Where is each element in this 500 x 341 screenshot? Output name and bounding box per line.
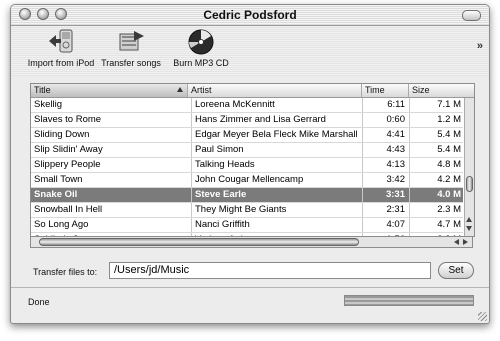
window-title: Cedric Podsford bbox=[203, 8, 297, 22]
horizontal-scroll-thumb[interactable] bbox=[39, 238, 359, 246]
title-bar[interactable]: Cedric Podsford bbox=[11, 5, 489, 26]
transfer-songs-button[interactable]: Transfer songs bbox=[100, 28, 162, 68]
burn-mp3-cd-button[interactable]: Burn MP3 CD bbox=[171, 28, 231, 68]
toolbar-overflow-icon[interactable]: » bbox=[477, 40, 483, 52]
column-header-size[interactable]: Size bbox=[409, 84, 474, 97]
artist-cell: Nanci Griffith bbox=[191, 218, 363, 232]
table-row[interactable]: Snake Oil Steve Earle 3:31 4.0 M bbox=[31, 188, 463, 203]
time-cell: 2:31 bbox=[362, 203, 408, 217]
size-cell: 1.2 M bbox=[409, 113, 463, 127]
toolbar: Import from iPod Transfer songs Burn MP3… bbox=[11, 26, 489, 76]
import-from-ipod-label: Import from iPod bbox=[27, 58, 95, 68]
transfer-path-field[interactable]: /Users/jd/Music bbox=[109, 262, 431, 279]
artist-cell: Paul Simon bbox=[191, 143, 363, 157]
title-cell: So Long Ago bbox=[34, 219, 89, 230]
transfer-songs-label: Transfer songs bbox=[101, 58, 161, 68]
time-cell: 3:42 bbox=[362, 173, 408, 187]
size-cell: 4.7 M bbox=[409, 218, 463, 232]
time-cell: 4:13 bbox=[362, 158, 408, 172]
column-header-size-label: Size bbox=[412, 85, 430, 95]
artist-cell: They Might Be Giants bbox=[191, 203, 363, 217]
artist-cell: Talking Heads bbox=[191, 158, 363, 172]
transfer-icon bbox=[119, 31, 144, 51]
title-cell: Snowball In Hell bbox=[34, 204, 103, 215]
scroll-right-arrow-icon[interactable] bbox=[463, 239, 468, 245]
scroll-down-arrow-icon[interactable] bbox=[466, 226, 472, 231]
artist-cell: Hans Zimmer and Lisa Gerrard bbox=[191, 113, 363, 127]
title-cell: Slippery People bbox=[34, 159, 101, 170]
table-header: Title Artist Time Size bbox=[31, 84, 474, 98]
artist-cell: Steve Earle bbox=[191, 188, 363, 202]
title-cell: Snake Oil bbox=[34, 189, 78, 200]
burn-cd-icon bbox=[188, 29, 214, 55]
table-row[interactable]: Slaves to Rome Hans Zimmer and Lisa Gerra… bbox=[31, 113, 463, 128]
vertical-scroll-thumb[interactable] bbox=[466, 176, 473, 192]
size-cell: 2.3 M bbox=[409, 203, 463, 217]
sort-ascending-icon bbox=[177, 87, 183, 92]
transfer-files-label: Transfer files to: bbox=[33, 267, 98, 277]
column-header-artist[interactable]: Artist bbox=[188, 84, 362, 97]
progress-bar bbox=[344, 295, 474, 306]
table-row[interactable]: Snowball In Hell They Might Be Giants 2:31… bbox=[31, 203, 463, 218]
vertical-scrollbar[interactable] bbox=[464, 98, 474, 236]
song-list[interactable]: Title Artist Time Size Skellig Loreena Mc… bbox=[30, 83, 475, 237]
scroll-up-arrow-icon[interactable] bbox=[466, 217, 472, 222]
size-cell: 4.0 M bbox=[409, 188, 463, 202]
status-divider bbox=[11, 287, 489, 288]
time-cell: 4:41 bbox=[362, 128, 408, 142]
size-cell: 5.4 M bbox=[409, 143, 463, 157]
progress-fill bbox=[345, 296, 473, 305]
table-row[interactable]: Slip Slidin' Away Paul Simon 4:43 5.4 M bbox=[31, 143, 463, 158]
size-cell: 4.2 M bbox=[409, 173, 463, 187]
import-from-ipod-button[interactable]: Import from iPod bbox=[25, 28, 97, 68]
size-cell: 7.1 M bbox=[409, 98, 463, 112]
app-window: Cedric Podsford Import from iPod Transfe… bbox=[10, 4, 490, 324]
import-icon bbox=[49, 29, 73, 53]
table-rows: Skellig Loreena McKennitt 6:11 7.1 M Slaves … bbox=[31, 98, 463, 236]
column-header-artist-label: Artist bbox=[191, 85, 212, 95]
artist-cell: John Cougar Mellencamp bbox=[191, 173, 363, 187]
table-row[interactable]: Skellig Loreena McKennitt 6:11 7.1 M bbox=[31, 98, 463, 113]
time-cell: 6:11 bbox=[362, 98, 408, 112]
time-cell: 4:07 bbox=[362, 218, 408, 232]
title-cell: Skellig bbox=[34, 99, 62, 110]
time-cell: 3:31 bbox=[362, 188, 408, 202]
time-cell: 4:43 bbox=[362, 143, 408, 157]
table-row[interactable]: So Long Ago Nanci Griffith 4:07 4.7 M bbox=[31, 218, 463, 233]
column-header-time[interactable]: Time bbox=[362, 84, 409, 97]
set-button[interactable]: Set bbox=[438, 262, 474, 279]
title-cell: Slaves to Rome bbox=[34, 114, 102, 125]
table-row[interactable]: Sliding Down Edgar Meyer Bela Fleck Mike … bbox=[31, 128, 463, 143]
title-cell: Sliding Down bbox=[34, 129, 90, 140]
time-cell: 0:60 bbox=[362, 113, 408, 127]
status-text: Done bbox=[28, 297, 50, 307]
artist-cell: Edgar Meyer Bela Fleck Mike Marshall bbox=[191, 128, 363, 142]
table-row[interactable]: Small Town John Cougar Mellencamp 3:42 4.2 … bbox=[31, 173, 463, 188]
artist-cell: Loreena McKennitt bbox=[191, 98, 363, 112]
size-cell: 4.8 M bbox=[409, 158, 463, 172]
scroll-left-arrow-icon[interactable] bbox=[454, 239, 459, 245]
resize-grip-icon[interactable] bbox=[478, 312, 487, 321]
toolbar-toggle-button[interactable] bbox=[462, 10, 481, 21]
horizontal-scrollbar[interactable] bbox=[30, 236, 473, 248]
title-cell: Slip Slidin' Away bbox=[34, 144, 103, 155]
table-row[interactable]: Slippery People Talking Heads 4:13 4.8 M bbox=[31, 158, 463, 173]
column-header-title[interactable]: Title bbox=[31, 84, 188, 97]
column-header-title-label: Title bbox=[34, 85, 51, 95]
column-header-time-label: Time bbox=[365, 85, 385, 95]
burn-mp3-cd-label: Burn MP3 CD bbox=[173, 58, 229, 68]
title-cell: Small Town bbox=[34, 174, 83, 185]
size-cell: 5.4 M bbox=[409, 128, 463, 142]
